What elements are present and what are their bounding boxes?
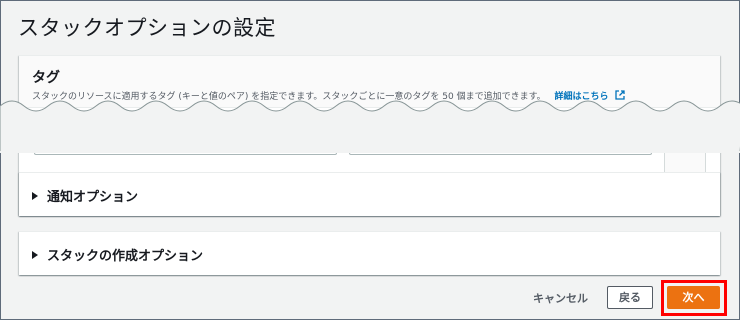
back-button[interactable]: 戻る (607, 286, 653, 309)
caret-right-icon (32, 250, 38, 259)
stack-creation-options-panel[interactable]: スタックの作成オプション (19, 231, 720, 275)
tags-title: タグ (32, 70, 60, 86)
torn-edge-separator (0, 100, 740, 153)
cancel-button[interactable]: キャンセル (533, 290, 588, 306)
notification-options-header[interactable]: 通知オプション (32, 186, 138, 205)
stack-creation-options-header[interactable]: スタックの作成オプション (32, 245, 203, 264)
next-button-highlight (661, 280, 727, 316)
notification-options-label: 通知オプション (47, 190, 139, 205)
notification-options-panel[interactable]: 通知オプション (19, 172, 720, 216)
page-title: スタックオプションの設定 (18, 16, 276, 40)
stack-creation-options-label: スタックの作成オプション (47, 249, 204, 264)
caret-right-icon (32, 191, 38, 200)
